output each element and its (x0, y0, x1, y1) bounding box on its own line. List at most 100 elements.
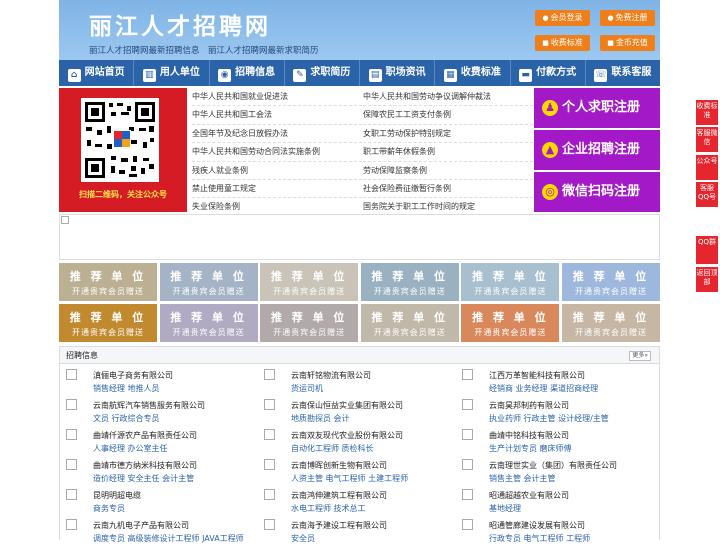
law-link[interactable]: 职工带薪年休假条例 (363, 143, 533, 162)
nav-home[interactable]: ⌂ 网站首页 (59, 60, 135, 86)
nav-payment[interactable]: ▬ 付款方式 (511, 60, 586, 86)
nav-news[interactable]: ▤ 职场资讯 (360, 60, 436, 86)
sidebar-button[interactable]: 收费标准 (696, 100, 718, 125)
company-name[interactable]: 云南九机电子产品有限公司 (93, 520, 189, 531)
company-listing[interactable]: 云南轩铭物流有限公司 货运司机 (258, 367, 453, 397)
company-name[interactable]: 曲靖市德方纳米科技有限公司 (93, 460, 197, 471)
company-name[interactable]: 昭通管廊建设发展有限公司 (489, 520, 585, 531)
site-title[interactable]: 丽江人才招聘网 (89, 7, 271, 41)
company-positions[interactable]: 文员 行政综合专员 (93, 413, 160, 424)
company-name[interactable]: 云南昊邦制药有限公司 (489, 400, 569, 411)
recommend-tile[interactable]: 推 荐 单 位开通贵宾会员赠送 (562, 304, 660, 342)
law-link[interactable]: 中华人民共和国劳动争议调解仲裁法 (363, 88, 533, 107)
recommend-tile[interactable]: 推 荐 单 位开通贵宾会员赠送 (159, 263, 258, 301)
law-link[interactable]: 中华人民共和国劳动合同法实施条例 (192, 143, 362, 162)
company-name[interactable]: 曲靖仟源农产品有限责任公司 (93, 430, 197, 441)
company-name[interactable]: 昆明明超电缆 (93, 490, 141, 501)
company-positions[interactable]: 货运司机 (291, 383, 323, 394)
company-listing[interactable]: 云南双友现代农业股份有限公司 自动化工程师 质检科长 (258, 427, 453, 457)
company-positions[interactable]: 调度专员 高级装修设计工程师 JAVA工程师 (93, 533, 244, 544)
company-positions[interactable]: 水电工程师 技术总工 (291, 503, 366, 514)
company-listing[interactable]: 曲靖仟源农产品有限责任公司 人事经理 办公室主任 (60, 427, 255, 457)
company-name[interactable]: 云南航辉汽车销售服务有限公司 (93, 400, 205, 411)
recommend-tile[interactable]: 推 荐 单 位开通贵宾会员赠送 (59, 304, 157, 342)
company-listing[interactable]: 昭通管廊建设发展有限公司 行政专员 电气工程师 工程师 (456, 517, 651, 547)
company-positions[interactable]: 人资主管 电气工程师 土建工程师 (291, 473, 408, 484)
company-positions[interactable]: 行政专员 电气工程师 工程师 (489, 533, 590, 544)
company-listing[interactable]: 云南九机电子产品有限公司调度专员 高级装修设计工程师 JAVA工程师 (60, 517, 255, 547)
law-link[interactable]: 中华人民共和国工会法 (192, 106, 362, 125)
recommend-tile[interactable]: 推 荐 单 位开通贵宾会员赠送 (461, 304, 560, 342)
ad-banner[interactable] (59, 214, 660, 260)
company-listing[interactable]: 云南海予建设工程有限公司 安全员 (258, 517, 453, 547)
sidebar-button[interactable]: 公众号 (696, 155, 718, 180)
company-positions[interactable]: 生产计划专员 磨床师傅 (489, 443, 572, 454)
pricing-button[interactable]: ■ 收费标准 (535, 35, 590, 51)
company-listing[interactable]: 滇俪电子商务有限公司 销售经理 地推人员 (60, 367, 255, 397)
company-listing[interactable]: 云南博晖创新生物有限公司人资主管 电气工程师 土建工程师 (258, 457, 453, 487)
nav-contact[interactable]: ☏ 联系客服 (586, 60, 660, 86)
company-positions[interactable]: 造价经理 安全主任 会计主管 (93, 473, 194, 484)
more-link[interactable]: 更多» (629, 351, 651, 361)
company-name[interactable]: 滇俪电子商务有限公司 (93, 370, 173, 381)
company-name[interactable]: 云南博晖创新生物有限公司 (291, 460, 387, 471)
recommend-tile[interactable]: 推 荐 单 位开通贵宾会员赠送 (159, 304, 258, 342)
register-button[interactable]: ● 免费注册 (600, 10, 655, 26)
company-name[interactable]: 昭通超越农业有限公司 (489, 490, 569, 501)
company-positions[interactable]: 安全员 (291, 533, 315, 544)
company-positions[interactable]: 商务专员 (93, 503, 125, 514)
recommend-tile[interactable]: 推 荐 单 位开通贵宾会员赠送 (360, 263, 459, 301)
law-link[interactable]: 残疾人就业条例 (192, 162, 362, 180)
company-listing[interactable]: 江西万革智能科技有限公司 经销商 业务经理 渠道招商经理 (456, 367, 651, 397)
recommend-tile[interactable]: 推 荐 单 位开通贵宾会员赠送 (360, 304, 459, 342)
company-name[interactable]: 曲靖中铭科技有限公司 (489, 430, 569, 441)
law-link[interactable]: 女职工劳动保护特别规定 (363, 125, 533, 144)
recommend-tile[interactable]: 推 荐 单 位开通贵宾会员赠送 (260, 304, 359, 342)
nav-jobs[interactable]: ◉ 招聘信息 (210, 60, 285, 86)
company-listing[interactable]: 云南鸿伸建筑工程有限公司 水电工程师 技术总工 (258, 487, 453, 517)
company-positions[interactable]: 基地经理 (489, 503, 521, 514)
company-name[interactable]: 云南海予建设工程有限公司 (291, 520, 387, 531)
recommend-tile[interactable]: 推 荐 单 位开通贵宾会员赠送 (260, 263, 359, 301)
company-listing[interactable]: 曲靖中铭科技有限公司 生产计划专员 磨床师傅 (456, 427, 651, 457)
recommend-tile[interactable]: 推 荐 单 位开通贵宾会员赠送 (562, 263, 660, 301)
law-link[interactable]: 保障农民工工资支付条例 (363, 106, 533, 125)
wechat-register-button[interactable]: ◎ 微信扫码注册 (534, 172, 660, 212)
company-register-button[interactable]: ▲ 企业招聘注册 (534, 130, 660, 170)
company-listing[interactable]: 昭通超越农业有限公司 基地经理 (456, 487, 651, 517)
company-listing[interactable]: 云南昊邦制药有限公司执业药师 行政主管 设计经理/主管 (456, 397, 651, 427)
company-listing[interactable]: 云南航辉汽车销售服务有限公司 文员 行政综合专员 (60, 397, 255, 427)
company-positions[interactable]: 经销商 业务经理 渠道招商经理 (489, 383, 598, 394)
recommend-tile[interactable]: 推 荐 单 位开通贵宾会员赠送 (59, 263, 157, 301)
company-positions[interactable]: 地质勘探员 会计 (291, 413, 350, 424)
company-positions[interactable]: 执业药师 行政主管 设计经理/主管 (489, 413, 609, 424)
company-positions[interactable]: 自动化工程师 质检科长 (291, 443, 374, 454)
law-link[interactable]: 中华人民共和国就业促进法 (192, 88, 362, 107)
company-name[interactable]: 云南保山恒益实业集团有限公司 (291, 400, 403, 411)
sidebar-button[interactable]: QQ群 (696, 236, 718, 264)
nav-pricing[interactable]: ▦ 收费标准 (435, 60, 511, 86)
law-link[interactable]: 社会保险费征缴暂行条例 (363, 180, 533, 199)
login-button[interactable]: ● 会员登录 (535, 10, 590, 26)
company-listing[interactable]: 昆明明超电缆 商务专员 (60, 487, 255, 517)
company-positions[interactable]: 销售主管 会计主管 (489, 473, 556, 484)
law-link[interactable]: 禁止使用童工规定 (192, 180, 362, 199)
law-link[interactable]: 全国年节及纪念日放假办法 (192, 125, 362, 144)
company-name[interactable]: 云南鸿伸建筑工程有限公司 (291, 490, 387, 501)
sidebar-button[interactable]: 返回顶部 (696, 267, 718, 292)
nav-resumes[interactable]: ✎ 求职简历 (285, 60, 360, 86)
recommend-tile[interactable]: 推 荐 单 位开通贵宾会员赠送 (461, 263, 560, 301)
company-listing[interactable]: 曲靖市德方纳米科技有限公司 造价经理 安全主任 会计主管 (60, 457, 255, 487)
company-name[interactable]: 云南轩铭物流有限公司 (291, 370, 371, 381)
personal-register-button[interactable]: ♟ 个人求职注册 (534, 88, 660, 128)
sidebar-button[interactable]: 客服QQ号 (696, 182, 718, 207)
company-listing[interactable]: 云南理世实业（集团）有限责任公司 销售主管 会计主管 (456, 457, 651, 487)
recharge-button[interactable]: ■ 金币充值 (600, 35, 655, 51)
nav-employers[interactable]: ▥ 用人单位 (134, 60, 210, 86)
company-name[interactable]: 云南双友现代农业股份有限公司 (291, 430, 403, 441)
company-positions[interactable]: 销售经理 地推人员 (93, 383, 160, 394)
company-listing[interactable]: 云南保山恒益实业集团有限公司 地质勘探员 会计 (258, 397, 453, 427)
sidebar-button[interactable]: 客服微信 (696, 127, 718, 152)
law-link[interactable]: 劳动保障监察条例 (363, 162, 533, 180)
company-name[interactable]: 云南理世实业（集团）有限责任公司 (489, 460, 617, 471)
